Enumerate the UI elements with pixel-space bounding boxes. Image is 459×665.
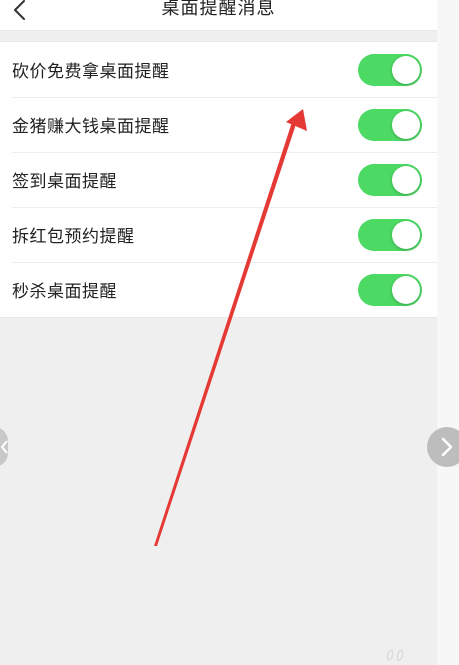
previous-image-button[interactable] xyxy=(0,427,8,467)
toggle-switch[interactable] xyxy=(358,163,422,196)
toggle-knob xyxy=(392,220,420,249)
list-item-label: 砍价免费拿桌面提醒 xyxy=(12,62,170,82)
toggle-switch[interactable] xyxy=(358,108,422,141)
phone-screen: 桌面提醒消息 砍价免费拿桌面提醒 金猪赚大钱桌面提醒 签到桌面提醒 拆红包预约提… xyxy=(0,0,437,665)
list-item-bargain-reminder[interactable]: 砍价免费拿桌面提醒 xyxy=(0,42,437,97)
list-item-label: 签到桌面提醒 xyxy=(12,172,117,192)
list-item-flash-sale-reminder[interactable]: 秒杀桌面提醒 xyxy=(0,262,437,317)
chevron-right-icon xyxy=(441,437,453,457)
toggle-switch[interactable] xyxy=(358,218,422,251)
toggle-switch[interactable] xyxy=(358,273,422,306)
settings-list: 砍价免费拿桌面提醒 金猪赚大钱桌面提醒 签到桌面提醒 拆红包预约提醒 秒杀桌面提… xyxy=(0,41,437,318)
list-item-label: 拆红包预约提醒 xyxy=(12,227,135,247)
toggle-knob xyxy=(392,55,420,84)
next-image-button[interactable] xyxy=(427,427,459,467)
chevron-left-icon xyxy=(0,440,8,454)
navigation-bar: 桌面提醒消息 xyxy=(0,0,437,31)
toggle-switch[interactable] xyxy=(358,53,422,86)
list-item-golden-pig-reminder[interactable]: 金猪赚大钱桌面提醒 xyxy=(0,97,437,152)
toggle-knob xyxy=(392,165,420,194)
list-item-checkin-reminder[interactable]: 签到桌面提醒 xyxy=(0,152,437,207)
toggle-knob xyxy=(392,110,420,139)
list-item-label: 金猪赚大钱桌面提醒 xyxy=(12,117,170,137)
toggle-knob xyxy=(392,275,420,304)
list-item-label: 秒杀桌面提醒 xyxy=(12,282,117,302)
page-title: 桌面提醒消息 xyxy=(161,0,276,19)
list-item-red-packet-reminder[interactable]: 拆红包预约提醒 xyxy=(0,207,437,262)
watermark-icon xyxy=(386,649,404,661)
right-margin-strip xyxy=(437,0,459,665)
